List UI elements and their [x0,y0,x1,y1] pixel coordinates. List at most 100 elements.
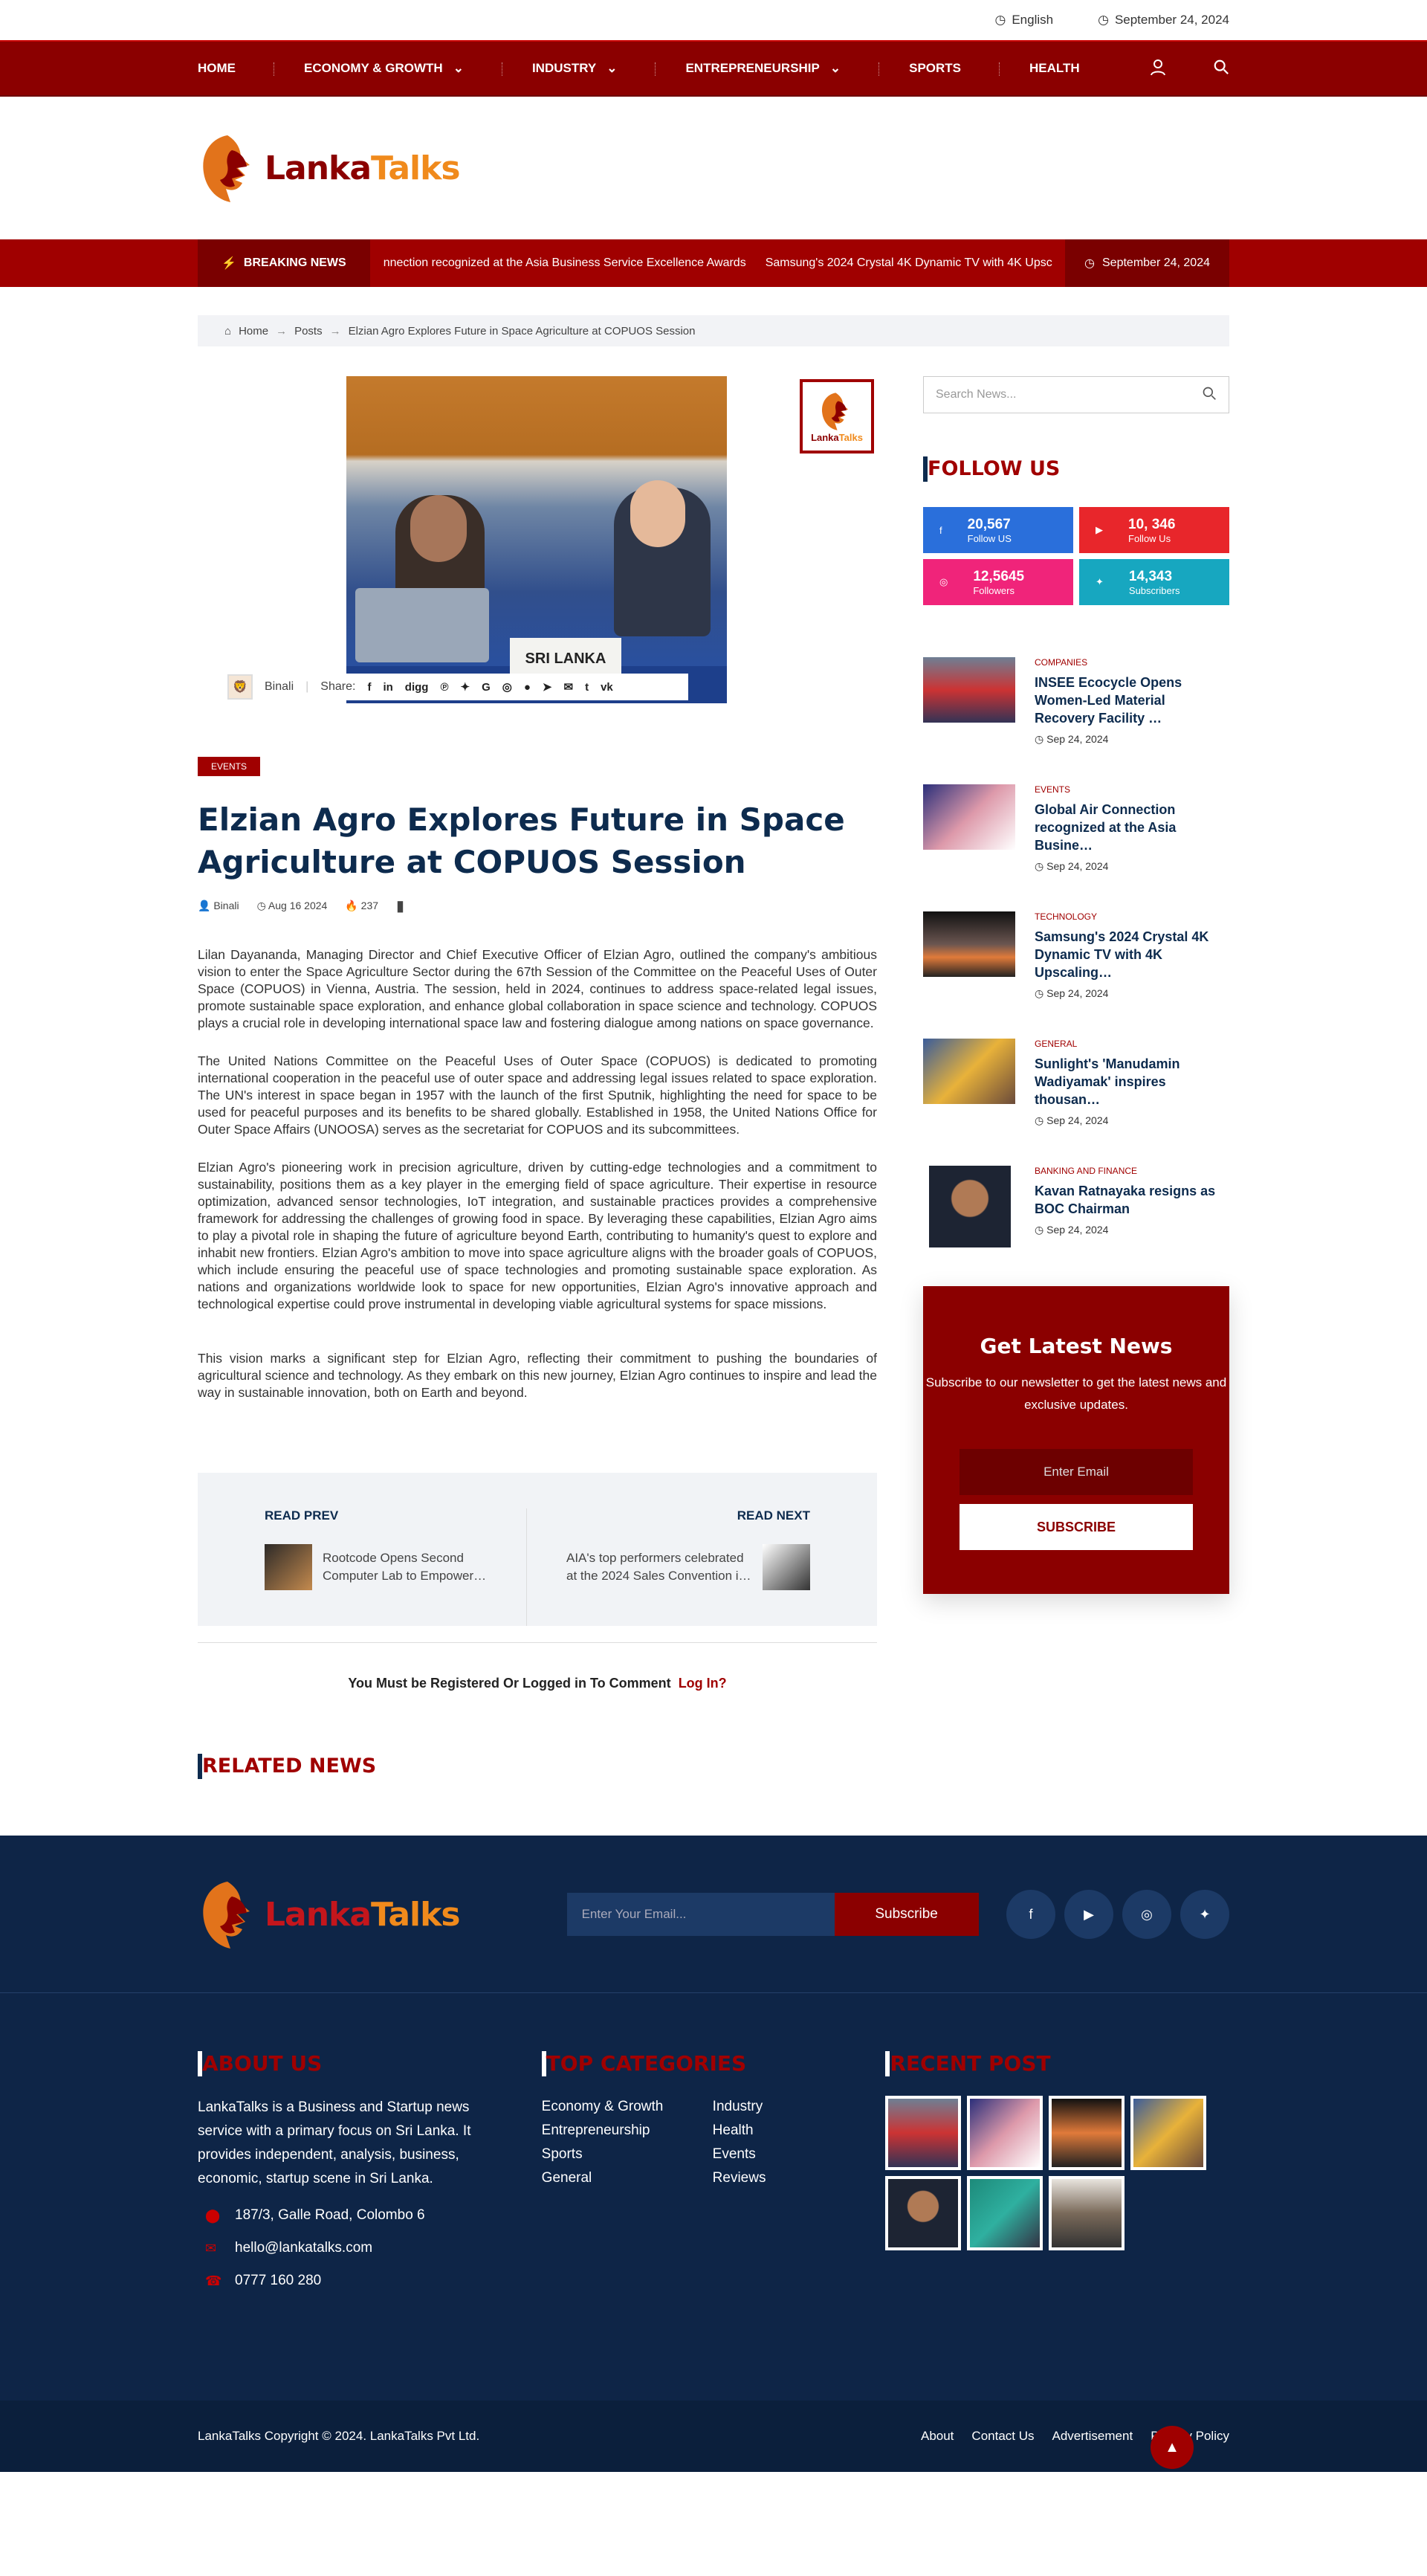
login-link[interactable]: Log In? [679,1676,727,1691]
article-paragraph: Lilan Dayananda, Managing Director and C… [198,947,877,1030]
twitter-icon[interactable]: ✦ [461,680,470,694]
footer-category-link[interactable]: Health [713,2123,861,2139]
footer-link-contact[interactable]: Contact Us [971,2429,1034,2444]
google-icon[interactable]: G [482,681,491,694]
facebook-counter[interactable]: f 20,567 Follow US [923,507,1073,553]
list-item[interactable]: BANKING AND FINANCE Kavan Ratnayaka resig… [923,1166,1229,1247]
read-next[interactable]: READ NEXT AIA's top performers celebrate… [525,1508,810,1626]
post-thumbnail[interactable] [923,784,1015,850]
user-icon[interactable] [1149,58,1167,80]
youtube-icon: ▶ [1096,524,1103,535]
search-input[interactable]: Search News... [936,388,1016,401]
breadcrumb-posts[interactable]: Posts [294,325,323,338]
author-name[interactable]: Binali [265,680,294,694]
footer-email-input[interactable]: Enter Your Email... [566,1893,835,1936]
site-logo[interactable]: LankaTalks [198,131,461,205]
youtube-counter[interactable]: ▶ 10, 346 Follow Us [1079,507,1229,553]
language-selector[interactable]: ◷ English [994,13,1053,28]
nav-health[interactable]: HEALTH [1029,61,1119,76]
clock-icon: ◷ [1084,257,1095,270]
fire-icon: 🔥 [345,900,358,911]
main-nav: HOME ECONOMY & GROWTH ⌄ INDUSTRY ⌄ ENTREPR… [0,40,1427,97]
recent-post-thumbnail[interactable] [1130,2096,1207,2170]
footer-link-about[interactable]: About [921,2429,954,2444]
whatsapp-icon[interactable]: ◎ [502,680,512,694]
clock-icon: ◷ [1035,860,1044,872]
tumblr-icon[interactable]: t [585,681,589,694]
recent-post-thumbnail[interactable] [1049,2096,1125,2170]
recent-post-thumbnail[interactable] [885,2176,962,2250]
recent-post-thumbnail[interactable] [967,2176,1043,2250]
chevron-down-icon: ⌄ [606,61,618,75]
telegram-icon[interactable]: ➤ [543,680,552,694]
footer-link-advertisement[interactable]: Advertisement [1052,2429,1133,2444]
digg-icon[interactable]: digg [405,681,429,694]
footer-category-link[interactable]: Reviews [713,2170,861,2186]
article-paragraph: The United Nations Committee on the Peac… [198,1053,877,1137]
footer-category-link[interactable]: Events [713,2146,861,2163]
category-badge[interactable]: EVENTS [198,757,261,776]
article-paragraph: Elzian Agro's pioneering work in precisi… [198,1160,877,1311]
list-item[interactable]: COMPANIES INSEE Ecocycle Opens Women-Led … [923,657,1229,746]
footer-category-link[interactable]: Industry [713,2099,861,2115]
post-thumbnail[interactable] [923,1039,1015,1104]
youtube-icon[interactable]: ▶ [1064,1890,1113,1939]
list-item[interactable]: EVENTS Global Air Connection recognized a… [923,784,1229,873]
list-item[interactable]: TECHNOLOGY Samsung's 2024 Crystal 4K Dyna… [923,911,1229,1000]
facebook-icon[interactable]: f [1006,1890,1055,1939]
list-item[interactable]: GENERAL Sunlight's 'Manudamin Wadiyamak' … [923,1039,1229,1127]
prev-post-thumbnail[interactable] [265,1544,312,1590]
linkedin-icon[interactable]: in [383,681,392,694]
bookmark-icon[interactable]: ▮ [396,897,404,915]
breadcrumb-home[interactable]: Home [239,325,268,338]
nav-industry[interactable]: INDUSTRY ⌄ [532,61,656,76]
nav-economy[interactable]: ECONOMY & GROWTH ⌄ [304,61,502,76]
recent-post-thumbnail[interactable] [967,2096,1043,2170]
arrow-right-icon: → [329,324,341,338]
footer: LankaTalks Enter Your Email... Subscribe… [0,1836,1427,2472]
footer-category-link[interactable]: Economy & Growth [542,2099,713,2115]
search-icon[interactable] [1213,59,1229,79]
breaking-news-ticker[interactable]: nnection recognized at the Asia Business… [370,239,1065,287]
sidebar-search[interactable]: Search News... [923,376,1229,413]
newsletter-email-input[interactable]: Enter Email [960,1449,1193,1495]
instagram-counter[interactable]: ◎ 12,5645 Followers [923,559,1073,605]
post-thumbnail[interactable] [929,1166,1011,1247]
twitter-counter[interactable]: ✦ 14,343 Subscribers [1079,559,1229,605]
article-title: Elzian Agro Explores Future in Space Agr… [198,801,845,880]
header-logo-row: LankaTalks [198,97,1229,239]
recent-post-thumbnail[interactable] [885,2096,962,2170]
nav-sports[interactable]: SPORTS [909,61,1000,76]
footer-category-link[interactable]: General [542,2170,713,2186]
post-thumbnail[interactable] [923,657,1015,723]
recent-post-thumbnail[interactable] [1049,2176,1125,2250]
pinterest-icon[interactable]: ℗ [440,681,448,694]
location-icon: ⬤ [205,2207,221,2223]
clock-icon: ◷ [256,900,266,911]
subscribe-button[interactable]: SUBSCRIBE [960,1504,1193,1550]
facebook-icon[interactable]: f [367,681,371,694]
read-prev[interactable]: READ PREV Rootcode Opens Second Computer… [265,1508,526,1626]
arrow-right-icon: → [276,324,288,338]
footer-category-link[interactable]: Entrepreneurship [542,2123,713,2139]
avatar[interactable]: 🦁 [227,674,253,700]
clock-icon: ◷ [1098,13,1109,27]
clock-icon: ◷ [1035,987,1044,999]
post-thumbnail[interactable] [923,911,1015,977]
search-icon[interactable] [1202,386,1217,404]
twitter-icon[interactable]: ✦ [1180,1890,1229,1939]
footer-subscribe-button[interactable]: Subscribe [834,1893,979,1936]
next-post-thumbnail[interactable] [763,1544,810,1590]
instagram-icon[interactable]: ◎ [1122,1890,1171,1939]
nav-entrepreneurship[interactable]: ENTREPRENEURSHIP ⌄ [685,61,879,76]
footer-category-link[interactable]: Sports [542,2146,713,2163]
email-icon[interactable]: ✉ [563,680,573,694]
top-bar: ◷ English ◷ September 24, 2024 [198,0,1229,40]
article: SRI LANKA LankaTalks 🦁 Binali | Share: f… [198,376,877,1779]
footer-logo[interactable]: LankaTalks [198,1877,461,1952]
breadcrumb-current: Elzian Agro Explores Future in Space Agr… [348,324,696,338]
nav-home[interactable]: HOME [198,61,274,76]
vk-icon[interactable]: vk [601,681,613,694]
reddit-icon[interactable]: ● [524,681,531,694]
back-to-top-button[interactable]: ▲ [1151,2426,1194,2469]
